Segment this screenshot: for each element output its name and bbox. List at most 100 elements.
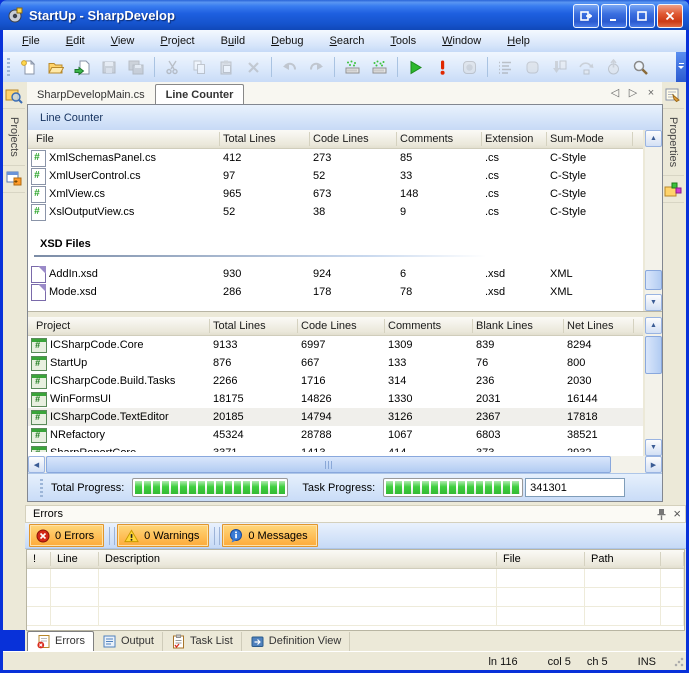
pin-icon[interactable] bbox=[656, 508, 667, 521]
file-row[interactable]: XmlUserControl.cs975233.csC-Style bbox=[28, 167, 643, 185]
tab-line-counter[interactable]: Line Counter bbox=[155, 84, 245, 104]
tab-scroll-right-button[interactable]: ▷ bbox=[626, 85, 640, 100]
properties-pad-label[interactable]: Properties bbox=[667, 109, 679, 175]
progress-grip[interactable] bbox=[40, 479, 43, 497]
maximize-button[interactable] bbox=[629, 4, 655, 28]
projects-pad-label[interactable]: Projects bbox=[8, 109, 20, 165]
menu-item-view[interactable]: View bbox=[102, 32, 144, 50]
step-into-button[interactable] bbox=[551, 59, 568, 76]
file-row[interactable]: XmlSchemasPanel.cs41227385.csC-Style bbox=[28, 149, 643, 167]
search-button[interactable] bbox=[632, 59, 649, 76]
menu-item-help[interactable]: Help bbox=[498, 32, 539, 50]
minimize-button[interactable] bbox=[601, 4, 627, 28]
project-row[interactable]: WinFormsUI18175148261330203116144 bbox=[28, 390, 643, 408]
save-button[interactable] bbox=[101, 59, 118, 76]
classes-pad-button[interactable] bbox=[3, 165, 25, 193]
files-scrollbar[interactable]: ▲ ▼ bbox=[645, 130, 662, 311]
new-file-icon bbox=[20, 59, 37, 76]
project-row[interactable]: ICSharpCode.Build.Tasks22661716314236203… bbox=[28, 372, 643, 390]
scrollbar-thumb[interactable] bbox=[645, 270, 662, 290]
rebuild-button[interactable] bbox=[371, 59, 388, 76]
menu-item-search[interactable]: Search bbox=[321, 32, 374, 50]
title-bar[interactable]: StartUp - SharpDevelop bbox=[0, 0, 689, 30]
projects-scrollbar[interactable]: ▲ ▼ bbox=[645, 317, 662, 456]
scroll-down-button[interactable]: ▼ bbox=[645, 294, 662, 311]
window-border-left bbox=[0, 30, 3, 673]
step-out-button[interactable] bbox=[605, 59, 622, 76]
file-row[interactable]: Mode.xsd28617878.xsdXML bbox=[28, 283, 643, 301]
abort-button[interactable] bbox=[434, 59, 451, 76]
errors-panel-title: Errors bbox=[33, 508, 63, 520]
project-row[interactable]: ICSharpCode.Core9133699713098398294 bbox=[28, 336, 643, 354]
toolbox-pad-button[interactable] bbox=[662, 175, 684, 203]
toolbar-overflow-button[interactable] bbox=[676, 52, 686, 82]
tab-task-list[interactable]: Task List bbox=[163, 632, 242, 651]
menu-item-build[interactable]: Build bbox=[212, 32, 254, 50]
properties-pad-button[interactable] bbox=[662, 82, 684, 109]
errors-grid-header[interactable]: !LineDescriptionFilePath bbox=[27, 550, 684, 569]
errors-close-icon[interactable]: × bbox=[673, 509, 681, 519]
errors-panel-titlebar[interactable]: Errors × bbox=[25, 505, 686, 523]
delete-button[interactable] bbox=[245, 59, 262, 76]
tab-sharpdevelopmain[interactable]: SharpDevelopMain.cs bbox=[27, 85, 155, 104]
menu-item-window[interactable]: Window bbox=[433, 32, 490, 50]
menu-item-debug[interactable]: Debug bbox=[262, 32, 312, 50]
scroll-left-button[interactable]: ◀ bbox=[28, 456, 45, 473]
stop-button[interactable] bbox=[461, 59, 478, 76]
tab-scroll-left-button[interactable]: ◁ bbox=[608, 85, 622, 100]
scrollbar-thumb[interactable] bbox=[645, 336, 662, 374]
step-out-icon bbox=[605, 59, 622, 76]
save-icon bbox=[101, 59, 118, 76]
view-caption: Line Counter bbox=[28, 105, 662, 130]
projects-list-header[interactable]: ProjectTotal LinesCode LinesCommentsBlan… bbox=[28, 317, 643, 336]
tab-definition-view[interactable]: Definition View bbox=[242, 632, 351, 651]
warnings-filter-button[interactable]: 0 Warnings bbox=[117, 524, 209, 547]
project-row[interactable]: StartUp87666713376800 bbox=[28, 354, 643, 372]
scroll-down-button[interactable]: ▼ bbox=[645, 439, 662, 456]
breakpoint-button[interactable] bbox=[524, 59, 541, 76]
menu-item-file[interactable]: File bbox=[13, 32, 49, 50]
scroll-up-button[interactable]: ▲ bbox=[645, 317, 662, 334]
errors-filter-button[interactable]: 0 Errors bbox=[29, 524, 104, 547]
tab-output[interactable]: Output bbox=[94, 632, 163, 651]
scrollbar-thumb[interactable] bbox=[46, 456, 611, 473]
file-row[interactable]: AddIn.xsd9309246.xsdXML bbox=[28, 265, 643, 283]
project-row[interactable]: NRefactory45324287881067680338521 bbox=[28, 426, 643, 444]
messages-filter-button[interactable]: 0 Messages bbox=[222, 524, 317, 547]
file-row[interactable]: XmlView.cs965673148.csC-Style bbox=[28, 185, 643, 203]
project-row-clipped[interactable]: SharpReportCore337114134143732932 bbox=[28, 444, 643, 452]
close-button[interactable] bbox=[657, 4, 683, 28]
copy-button[interactable] bbox=[191, 59, 208, 76]
document-area: SharpDevelopMain.cs Line Counter ◁ ▷ × L… bbox=[27, 82, 662, 500]
files-list-header[interactable]: FileTotal LinesCode LinesCommentsExtensi… bbox=[28, 130, 643, 149]
save-all-button[interactable] bbox=[128, 59, 145, 76]
tab-errors[interactable]: Errors bbox=[27, 631, 94, 652]
resize-grip[interactable] bbox=[674, 657, 684, 667]
paste-button[interactable] bbox=[218, 59, 235, 76]
horizontal-scrollbar[interactable]: ◀ ▶ bbox=[28, 456, 662, 473]
step-over-button[interactable] bbox=[578, 59, 595, 76]
build-button[interactable] bbox=[344, 59, 361, 76]
menu-item-tools[interactable]: Tools bbox=[381, 32, 425, 50]
project-row[interactable]: ICSharpCode.TextEditor201851479431262367… bbox=[28, 408, 643, 426]
errors-grid: !LineDescriptionFilePath bbox=[26, 549, 685, 631]
undo-button[interactable] bbox=[281, 59, 298, 76]
menu-item-edit[interactable]: Edit bbox=[57, 32, 94, 50]
project-icon bbox=[31, 356, 47, 371]
open-project-button[interactable] bbox=[74, 59, 91, 76]
scroll-right-button[interactable]: ▶ bbox=[645, 456, 662, 473]
open-file-button[interactable] bbox=[47, 59, 64, 76]
bookmark-list-button[interactable] bbox=[497, 59, 514, 76]
projects-pad-button[interactable] bbox=[3, 82, 25, 109]
new-file-button[interactable] bbox=[20, 59, 37, 76]
run-button[interactable] bbox=[407, 59, 424, 76]
cut-button[interactable] bbox=[164, 59, 181, 76]
toolbar-grip[interactable] bbox=[7, 58, 10, 76]
tab-close-button[interactable]: × bbox=[644, 85, 658, 100]
menu-item-project[interactable]: Project bbox=[151, 32, 203, 50]
toggle-window-button[interactable] bbox=[573, 4, 599, 28]
redo-button[interactable] bbox=[308, 59, 325, 76]
rebuild-icon bbox=[371, 59, 388, 76]
file-row[interactable]: XslOutputView.cs52389.csC-Style bbox=[28, 203, 643, 221]
scroll-up-button[interactable]: ▲ bbox=[645, 130, 662, 147]
